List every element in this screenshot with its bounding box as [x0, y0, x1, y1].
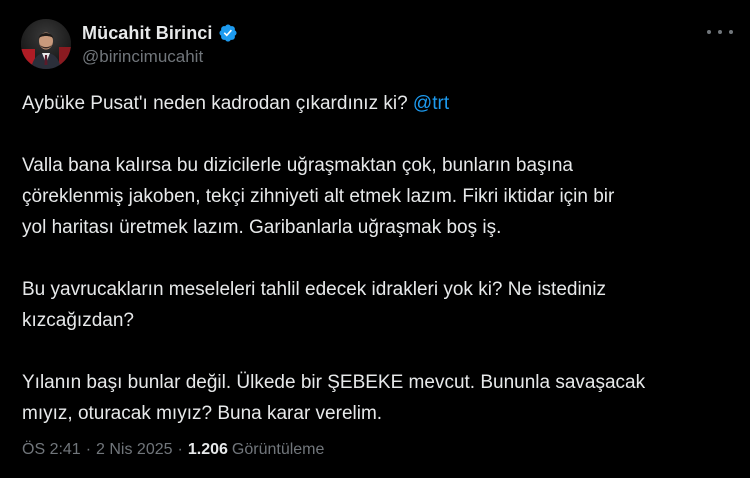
tweet-paragraph-3: Bu yavrucakların meseleleri tahlil edece… [22, 274, 737, 336]
more-dot-icon [707, 30, 711, 34]
tweet-line: Valla bana kalırsa bu dizicilerle uğraşm… [22, 155, 573, 176]
meta-separator: · [177, 441, 183, 458]
author-name-row[interactable]: Mücahit Birinci [82, 21, 238, 45]
views-label[interactable]: Görüntüleme [232, 441, 325, 459]
tweet-date[interactable]: 2 Nis 2025 [96, 441, 173, 459]
tweet-paragraph-2: Valla bana kalırsa bu dizicilerle uğraşm… [22, 150, 737, 243]
author-display-name[interactable]: Mücahit Birinci [82, 23, 213, 44]
more-options-button[interactable] [707, 22, 733, 42]
author-handle[interactable]: @birincimucahit [82, 47, 203, 67]
profile-photo-icon [21, 19, 71, 69]
tweet-line: Yılanın başı bunlar değil. Ülkede bir ŞE… [22, 372, 646, 393]
tweet-paragraph-1: Aybüke Pusat'ı neden kadrodan çıkardınız… [22, 88, 737, 119]
meta-separator: · [85, 441, 92, 458]
mention-link[interactable]: @trt [413, 93, 449, 114]
tweet-line: çöreklenmiş jakoben, tekçi zihniyeti alt… [22, 186, 615, 207]
tweet-meta: ÖS 2:41 · 2 Nis 2025 · 1.206 Görüntüleme [22, 441, 324, 459]
tweet-text-span: Aybüke Pusat'ı neden kadrodan çıkardınız… [22, 93, 413, 114]
more-dot-icon [718, 30, 722, 34]
tweet-card[interactable]: Mücahit Birinci @birincimucahit Aybüke P… [0, 0, 750, 478]
verified-badge-icon [218, 24, 237, 42]
tweet-text: Aybüke Pusat'ı neden kadrodan çıkardınız… [22, 88, 737, 429]
more-dot-icon [729, 30, 733, 34]
tweet-paragraph-4: Yılanın başı bunlar değil. Ülkede bir ŞE… [22, 367, 737, 429]
tweet-line: mıyız, oturacak mıyız? Buna karar vereli… [22, 403, 383, 424]
avatar[interactable] [21, 19, 71, 69]
tweet-line: yol haritası üretmek lazım. Garibanlarla… [22, 217, 502, 238]
tweet-time[interactable]: ÖS 2:41 [22, 441, 81, 459]
views-count[interactable]: 1.206 [188, 441, 228, 459]
tweet-line: Bu yavrucakların meseleleri tahlil edece… [22, 279, 606, 300]
tweet-line: kızcağızdan? [22, 310, 134, 331]
